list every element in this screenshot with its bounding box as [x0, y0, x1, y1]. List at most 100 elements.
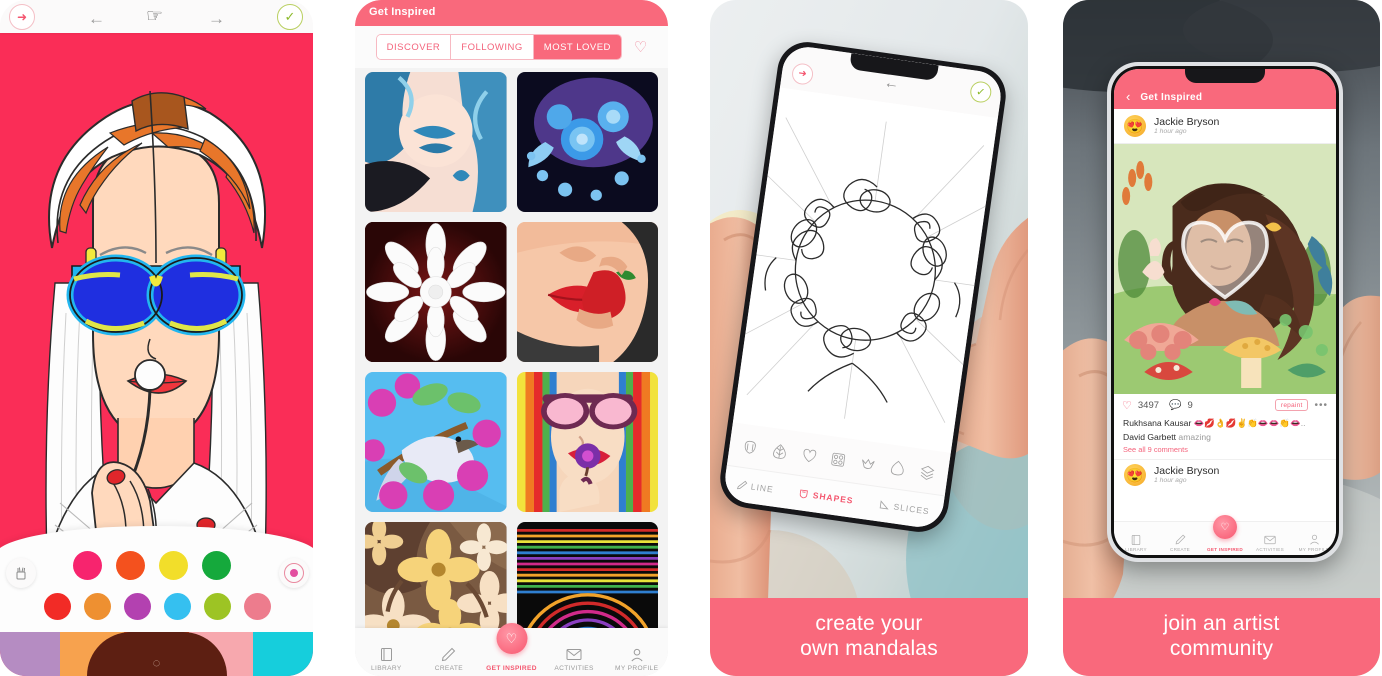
gallery-header: Get Inspired	[355, 0, 668, 26]
crown-icon[interactable]	[859, 454, 878, 473]
heart-outline-icon[interactable]: ♡	[1122, 399, 1132, 412]
tulip-icon[interactable]	[741, 437, 760, 456]
nav-item-activities[interactable]: ACTIVITIES	[1248, 533, 1292, 552]
segmented-control: DISCOVER FOLLOWING MOST LOVED	[375, 34, 622, 60]
gallery-tabbar: DISCOVER FOLLOWING MOST LOVED ♡	[355, 26, 668, 68]
promo-caption: create your own mandalas	[710, 598, 1028, 676]
shield-icon	[800, 489, 809, 499]
check-circle-icon[interactable]: ✓	[968, 80, 993, 104]
swatch-salmon[interactable]	[244, 593, 271, 620]
person-icon	[1309, 533, 1320, 546]
back-arrow-circle-icon[interactable]: ➜	[9, 4, 35, 30]
swatch-red[interactable]	[44, 593, 71, 620]
swatch-lime[interactable]	[204, 593, 231, 620]
panel-artist-community-promo: ‹ Get Inspired 😍 Jackie Bryson 1 hour ag…	[1063, 0, 1380, 676]
swatch-green[interactable]	[202, 551, 231, 580]
magnifier-heart-icon[interactable]: ♡	[496, 623, 527, 654]
palette-icon[interactable]: ◌	[86, 632, 227, 676]
phone-mockup: ‹ Get Inspired 😍 Jackie Bryson 1 hour ag…	[1107, 62, 1343, 562]
gallery-item-bird-blossoms[interactable]	[365, 372, 507, 512]
nav-item-create[interactable]: CREATE	[1158, 533, 1202, 552]
redo-arrow-icon[interactable]: →	[208, 9, 225, 29]
book-icon	[380, 646, 393, 663]
hand-pointer-icon[interactable]: ☞	[146, 5, 163, 28]
nav-label-my-profile: MY PROFILE	[615, 665, 659, 672]
nav-item-activities[interactable]: ACTIVITIES	[544, 646, 604, 672]
nav-item-my-profile[interactable]: MY PROFILE	[607, 646, 667, 672]
palette-row-2	[44, 593, 271, 620]
nav-label-activities: ACTIVITIES	[1255, 547, 1284, 552]
gallery-item-rainbow-hair-lollipop[interactable]	[516, 372, 658, 512]
swatch-purple[interactable]	[124, 593, 151, 620]
gallery-item-blue-roses[interactable]	[516, 72, 658, 212]
repaint-button[interactable]: repaint	[1274, 399, 1309, 411]
comment-user: David Garbett	[1123, 432, 1177, 442]
comment-text: amazing	[1178, 432, 1211, 442]
brush-cup-icon[interactable]	[6, 558, 36, 588]
nav-label-activities: ACTIVITIES	[554, 665, 594, 672]
tab-discover[interactable]: DISCOVER	[376, 35, 452, 59]
tab-following[interactable]: FOLLOWING	[451, 35, 534, 59]
comment-count: 9	[1187, 399, 1193, 411]
ellipsis-icon[interactable]: •••	[1314, 400, 1328, 411]
phone-notch	[1185, 69, 1265, 83]
header-title: Get Inspired	[1140, 92, 1203, 103]
grid-flower-icon[interactable]	[829, 450, 848, 469]
palette-surface	[0, 526, 313, 648]
caption-line-1: create your	[815, 612, 923, 636]
post-artwork[interactable]	[1114, 144, 1336, 394]
tab-shapes-label: SHAPES	[812, 490, 855, 506]
tab-line[interactable]: LINE	[736, 479, 774, 494]
nav-item-my-profile[interactable]: MY PROFILE	[1292, 533, 1336, 552]
phone-bezel: ‹ Get Inspired 😍 Jackie Bryson 1 hour ag…	[1111, 66, 1339, 558]
swatch-cyan[interactable]	[164, 593, 191, 620]
author-block: Jackie Bryson 1 hour ago	[1154, 465, 1219, 484]
magnifier-heart-icon[interactable]: ♡	[1213, 515, 1237, 539]
comment-user: Rukhsana Kausar	[1123, 418, 1192, 428]
comment-item[interactable]: David Garbett amazing	[1123, 432, 1327, 442]
strip-cyan[interactable]	[252, 632, 313, 676]
nav-item-create[interactable]: CREATE	[419, 646, 479, 672]
tab-shapes[interactable]: SHAPES	[798, 488, 854, 506]
post-author-row[interactable]: 😍 Jackie Bryson 1 hour ago	[1114, 109, 1336, 144]
next-post-author-row[interactable]: 😍 Jackie Bryson 1 hour ago	[1114, 459, 1336, 490]
swatch-orange-red[interactable]	[116, 551, 145, 580]
comment-item[interactable]: Rukhsana Kausar 👄💋👌💋✌👏👄👄👏👄..	[1123, 418, 1327, 429]
strip-purple[interactable]	[0, 632, 61, 676]
leaf-icon[interactable]	[770, 441, 789, 460]
undo-arrow-icon[interactable]: ←	[883, 74, 900, 93]
gallery-item-blue-haired-woman[interactable]	[365, 72, 507, 212]
book-icon	[1131, 533, 1141, 546]
swatch-yellow[interactable]	[159, 551, 188, 580]
mandala-line-drawing[interactable]	[732, 87, 998, 453]
post-time: 1 hour ago	[1154, 128, 1187, 135]
color-palette-tray: ◌	[0, 526, 313, 676]
nav-item-library[interactable]: LIBRARY	[356, 646, 416, 672]
undo-arrow-icon[interactable]: ←	[88, 9, 105, 29]
check-circle-icon[interactable]: ✓	[277, 4, 303, 30]
panel-get-inspired-gallery: Get Inspired DISCOVER FOLLOWING MOST LOV…	[355, 0, 668, 676]
nav-item-library[interactable]: LIBRARY	[1114, 533, 1158, 552]
speech-bubble-icon[interactable]: 💬	[1169, 400, 1181, 411]
swatch-amber[interactable]	[84, 593, 111, 620]
color-picker-icon[interactable]	[279, 558, 309, 588]
phone-screen: ‹ Get Inspired 😍 Jackie Bryson 1 hour ag…	[1114, 69, 1336, 555]
envelope-icon	[1264, 533, 1276, 546]
slice-icon	[879, 500, 889, 510]
heart-icon[interactable]	[800, 446, 819, 465]
nav-label-library: LIBRARY	[1125, 547, 1147, 552]
gallery-item-lips-strawberry[interactable]	[516, 222, 658, 362]
tab-most-loved[interactable]: MOST LOVED	[533, 35, 621, 59]
tab-slices[interactable]: SLICES	[878, 499, 930, 516]
stack-icon[interactable]	[917, 462, 936, 481]
chevron-left-icon[interactable]: ‹	[1126, 90, 1130, 103]
gallery-item-white-dahlia[interactable]	[365, 222, 507, 362]
swatch-pink[interactable]	[73, 551, 102, 580]
heart-outline-icon[interactable]: ♡	[634, 38, 647, 56]
post-time: 1 hour ago	[1154, 477, 1187, 484]
nav-label-create: CREATE	[1169, 547, 1191, 552]
dome-icon[interactable]	[888, 458, 907, 477]
back-arrow-circle-icon[interactable]: ➜	[790, 62, 815, 86]
pencil-icon	[736, 480, 748, 490]
see-all-comments-link[interactable]: See all 9 comments	[1123, 445, 1327, 454]
